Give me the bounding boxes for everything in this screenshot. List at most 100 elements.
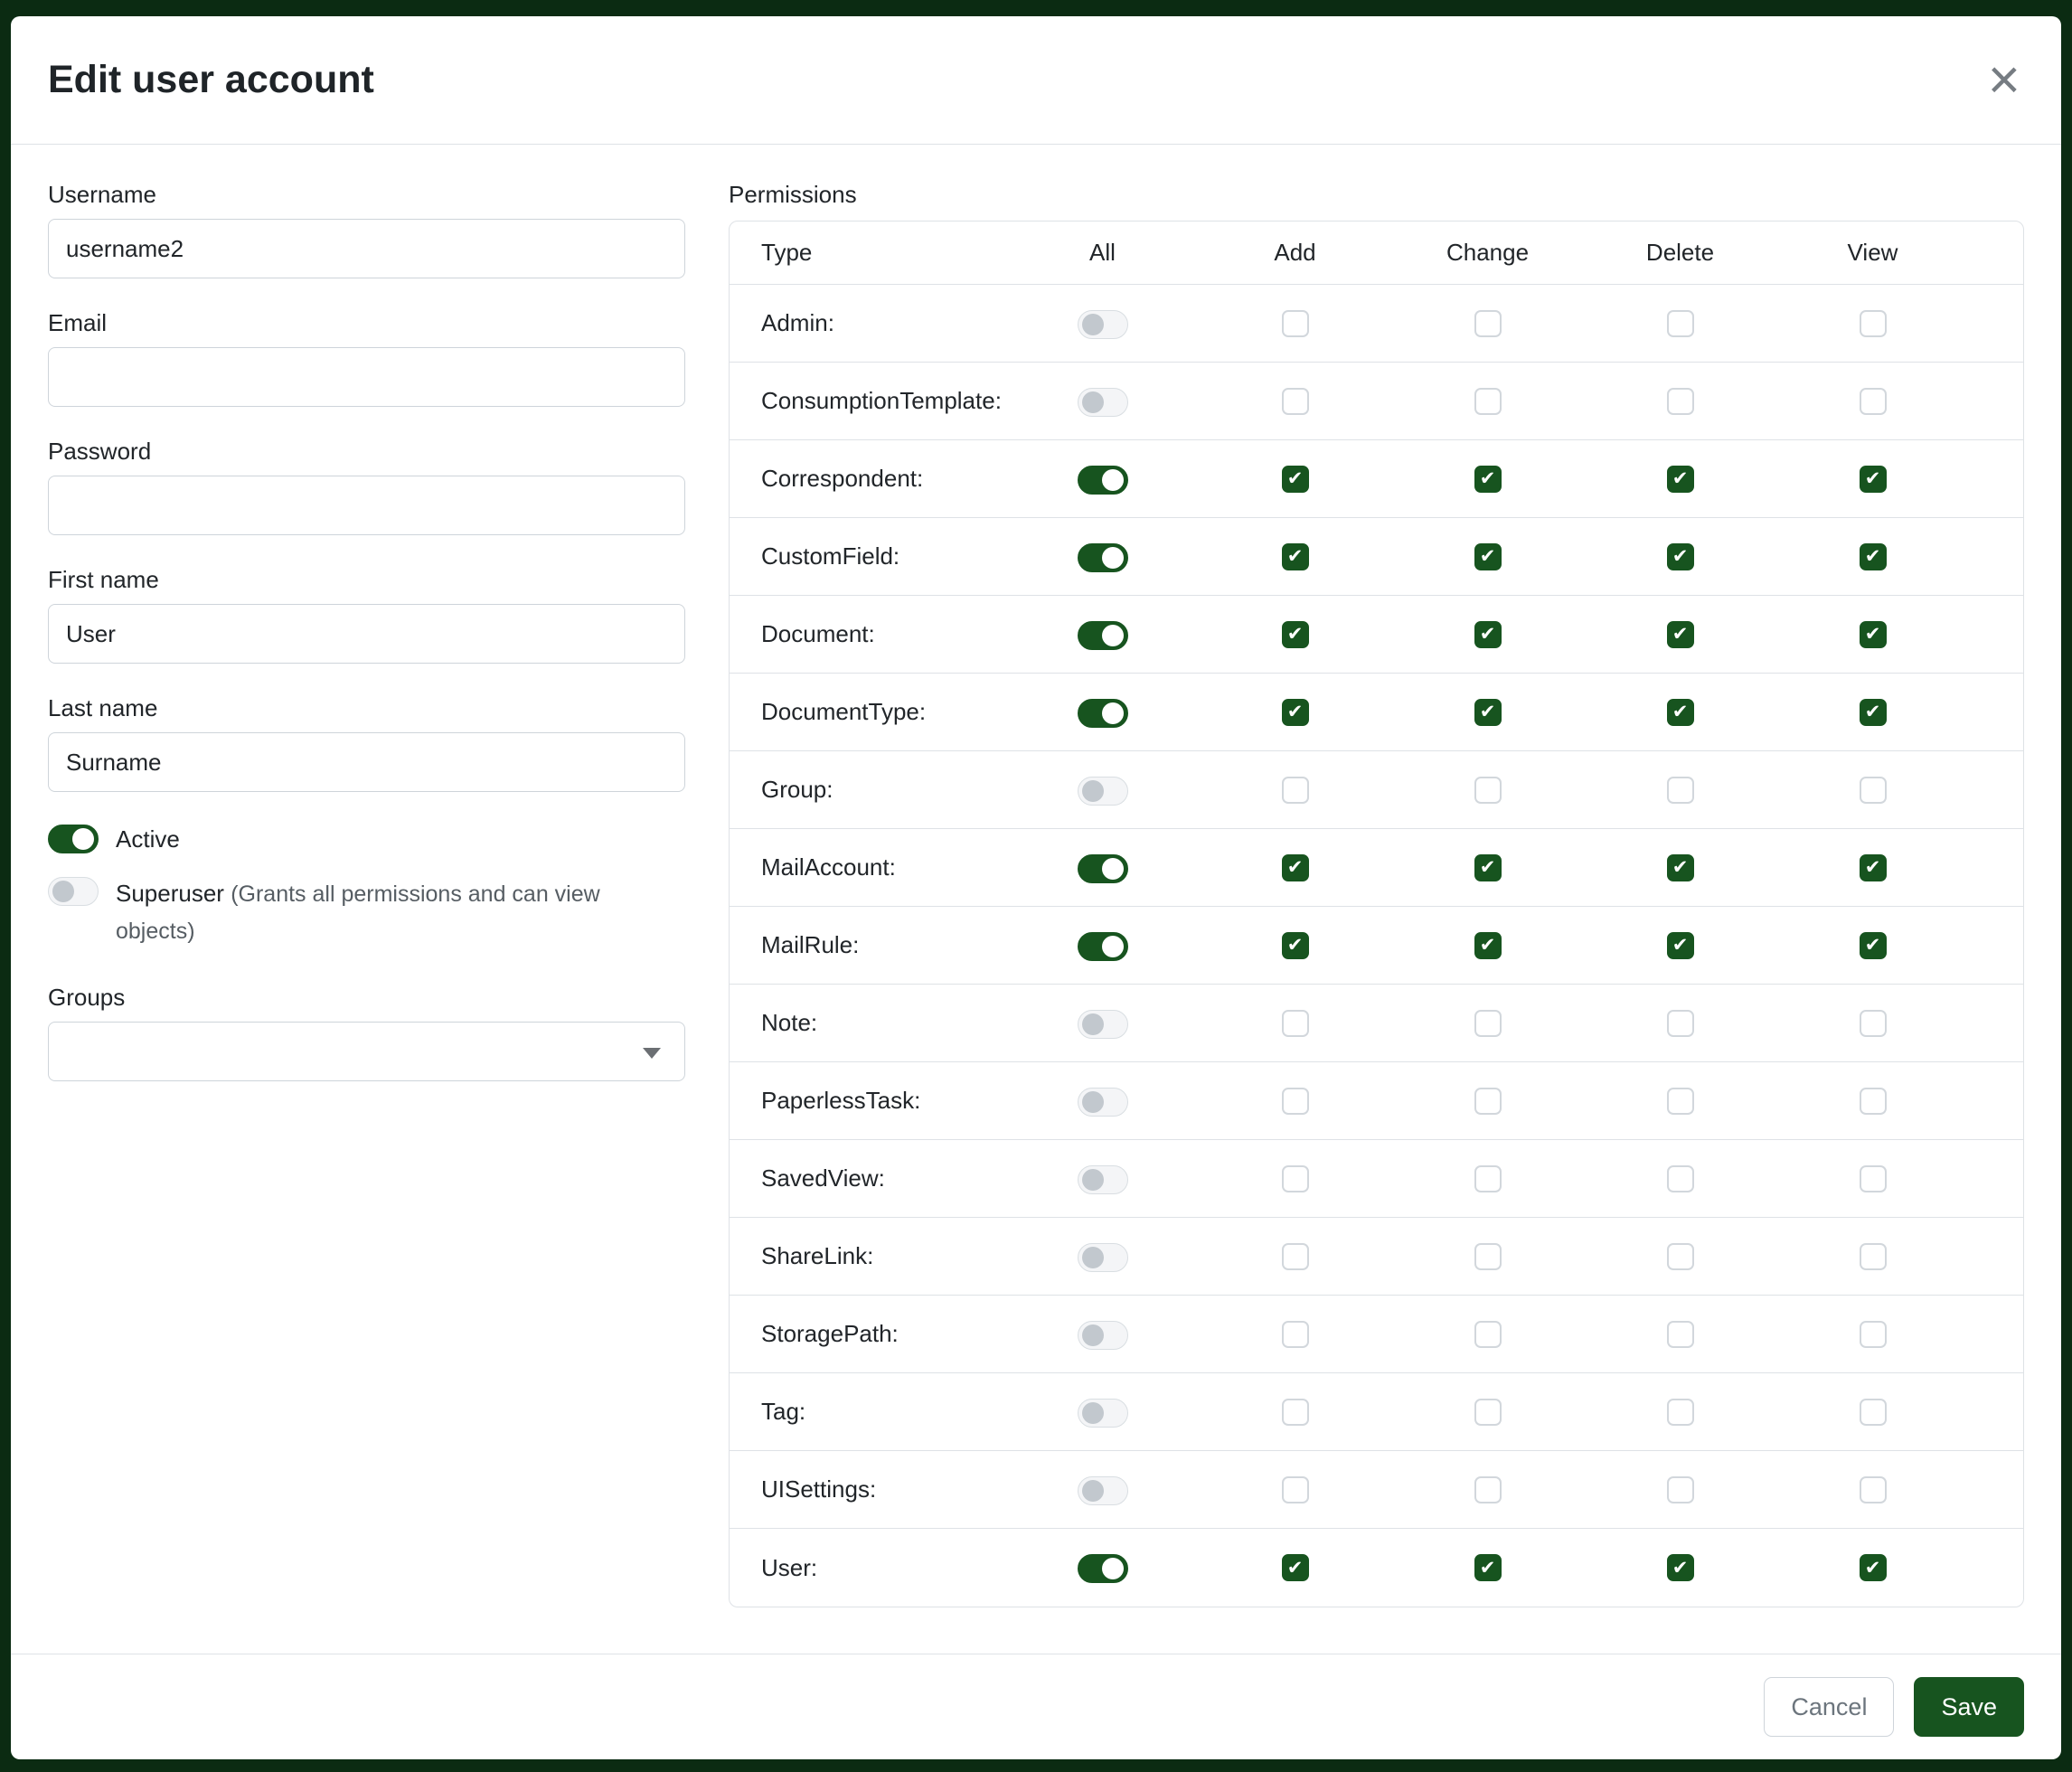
perm-change-checkbox[interactable]: ✔ (1474, 543, 1502, 570)
groups-select[interactable] (48, 1022, 685, 1081)
perm-all-toggle[interactable] (1078, 388, 1128, 417)
perm-all-toggle[interactable] (1078, 310, 1128, 339)
perm-all-toggle[interactable] (1078, 1010, 1128, 1039)
perm-all-toggle[interactable] (1078, 854, 1128, 883)
perm-change-checkbox[interactable] (1474, 1399, 1502, 1426)
perm-add-checkbox[interactable]: ✔ (1282, 699, 1309, 726)
perm-change-checkbox[interactable] (1474, 777, 1502, 804)
perm-view-checkbox[interactable] (1860, 388, 1887, 415)
perm-add-checkbox[interactable] (1282, 1165, 1309, 1192)
perm-all-toggle[interactable] (1078, 932, 1128, 961)
perm-delete-checkbox[interactable]: ✔ (1667, 932, 1694, 959)
perm-all-toggle[interactable] (1078, 1399, 1128, 1428)
perm-view-checkbox[interactable] (1860, 1476, 1887, 1503)
perm-delete-checkbox[interactable] (1667, 310, 1694, 337)
perm-change-checkbox[interactable] (1474, 388, 1502, 415)
perm-add-checkbox[interactable] (1282, 777, 1309, 804)
perm-add-checkbox[interactable]: ✔ (1282, 543, 1309, 570)
perm-change-checkbox[interactable] (1474, 1010, 1502, 1037)
perm-all-toggle[interactable] (1078, 1165, 1128, 1194)
perm-add-checkbox[interactable] (1282, 1088, 1309, 1115)
perm-view-checkbox[interactable] (1860, 1243, 1887, 1270)
perm-add-checkbox[interactable]: ✔ (1282, 466, 1309, 493)
perm-view-checkbox[interactable]: ✔ (1860, 621, 1887, 648)
perm-delete-checkbox[interactable]: ✔ (1667, 621, 1694, 648)
perm-change-checkbox[interactable]: ✔ (1474, 854, 1502, 881)
perm-change-checkbox[interactable]: ✔ (1474, 699, 1502, 726)
perm-view-checkbox[interactable]: ✔ (1860, 466, 1887, 493)
perm-delete-checkbox[interactable]: ✔ (1667, 1554, 1694, 1581)
perm-view-checkbox[interactable] (1860, 1321, 1887, 1348)
cancel-button[interactable]: Cancel (1764, 1677, 1894, 1737)
first-name-input[interactable] (48, 604, 685, 664)
perm-change-checkbox[interactable] (1474, 1243, 1502, 1270)
perm-add-checkbox[interactable]: ✔ (1282, 1554, 1309, 1581)
perm-all-toggle[interactable] (1078, 1243, 1128, 1272)
first-name-label: First name (48, 566, 685, 594)
perm-view-checkbox[interactable] (1860, 1010, 1887, 1037)
perm-view-checkbox[interactable]: ✔ (1860, 1554, 1887, 1581)
perm-delete-checkbox[interactable]: ✔ (1667, 854, 1694, 881)
perm-view-checkbox[interactable] (1860, 1088, 1887, 1115)
perm-view-checkbox[interactable]: ✔ (1860, 543, 1887, 570)
save-button[interactable]: Save (1914, 1677, 2024, 1737)
perm-delete-checkbox[interactable]: ✔ (1667, 543, 1694, 570)
perm-view-checkbox[interactable] (1860, 777, 1887, 804)
perm-change-checkbox[interactable] (1474, 1165, 1502, 1192)
username-input[interactable] (48, 219, 685, 278)
perm-delete-checkbox[interactable] (1667, 1010, 1694, 1037)
perm-add-checkbox[interactable]: ✔ (1282, 854, 1309, 881)
perm-add-checkbox[interactable] (1282, 1399, 1309, 1426)
perm-add-checkbox[interactable] (1282, 388, 1309, 415)
perm-add-checkbox[interactable] (1282, 1321, 1309, 1348)
perm-all-toggle[interactable] (1078, 466, 1128, 495)
perm-add-checkbox[interactable]: ✔ (1282, 621, 1309, 648)
perm-change-checkbox[interactable] (1474, 1088, 1502, 1115)
perm-view-checkbox[interactable]: ✔ (1860, 854, 1887, 881)
perm-all-toggle[interactable] (1078, 1554, 1128, 1583)
perm-all-toggle[interactable] (1078, 1088, 1128, 1117)
perm-change-checkbox[interactable]: ✔ (1474, 621, 1502, 648)
perm-all-toggle[interactable] (1078, 621, 1128, 650)
perm-view-checkbox[interactable] (1860, 310, 1887, 337)
perm-delete-checkbox[interactable] (1667, 777, 1694, 804)
perm-delete-checkbox[interactable] (1667, 1088, 1694, 1115)
last-name-field: Last name (48, 694, 685, 792)
perm-delete-checkbox[interactable] (1667, 1476, 1694, 1503)
perm-add-checkbox[interactable] (1282, 310, 1309, 337)
password-input[interactable] (48, 476, 685, 535)
perm-change-checkbox[interactable]: ✔ (1474, 932, 1502, 959)
perm-all-toggle[interactable] (1078, 543, 1128, 572)
perm-view-checkbox[interactable]: ✔ (1860, 699, 1887, 726)
perm-add-checkbox[interactable]: ✔ (1282, 932, 1309, 959)
perm-change-checkbox[interactable]: ✔ (1474, 466, 1502, 493)
superuser-toggle[interactable] (48, 877, 99, 906)
perm-view-checkbox[interactable]: ✔ (1860, 932, 1887, 959)
perm-add-checkbox[interactable] (1282, 1476, 1309, 1503)
perm-add-checkbox[interactable] (1282, 1010, 1309, 1037)
perm-change-checkbox[interactable] (1474, 1476, 1502, 1503)
perm-delete-checkbox[interactable] (1667, 388, 1694, 415)
perm-delete-checkbox[interactable]: ✔ (1667, 466, 1694, 493)
active-toggle[interactable] (48, 825, 99, 853)
perm-change-checkbox[interactable] (1474, 1321, 1502, 1348)
perm-all-toggle[interactable] (1078, 1321, 1128, 1350)
perm-all-toggle[interactable] (1078, 699, 1128, 728)
perm-delete-checkbox[interactable] (1667, 1321, 1694, 1348)
perm-change-checkbox[interactable]: ✔ (1474, 1554, 1502, 1581)
perm-delete-checkbox[interactable] (1667, 1243, 1694, 1270)
perm-view-checkbox[interactable] (1860, 1399, 1887, 1426)
email-input[interactable] (48, 347, 685, 407)
perm-delete-checkbox[interactable] (1667, 1399, 1694, 1426)
permission-row: Note: (730, 985, 2023, 1062)
perm-add-checkbox[interactable] (1282, 1243, 1309, 1270)
perm-all-toggle[interactable] (1078, 1476, 1128, 1505)
perm-delete-checkbox[interactable]: ✔ (1667, 699, 1694, 726)
perm-view-checkbox[interactable] (1860, 1165, 1887, 1192)
perm-change-checkbox[interactable] (1474, 310, 1502, 337)
perm-delete-checkbox[interactable] (1667, 1165, 1694, 1192)
close-icon[interactable]: × (1984, 52, 2024, 108)
last-name-input[interactable] (48, 732, 685, 792)
perm-all-toggle[interactable] (1078, 777, 1128, 806)
chevron-down-icon (643, 1048, 661, 1059)
